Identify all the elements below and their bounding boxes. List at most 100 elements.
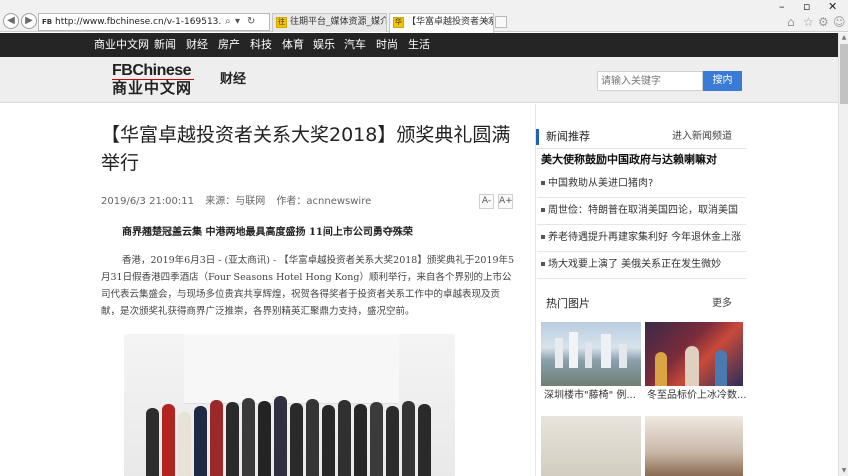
list-item[interactable]: 中国救助从美进口猪肉?	[537, 172, 746, 198]
picture-figure	[715, 350, 727, 386]
picture-figure	[655, 352, 667, 386]
nav-entertainment[interactable]: 娱乐	[313, 33, 335, 57]
maximize-icon[interactable]: ▫	[803, 0, 810, 14]
photo-figure	[194, 406, 207, 476]
photo-figure	[146, 408, 159, 476]
photo-figure	[418, 404, 431, 476]
list-item[interactable]: 养老待遇提升再建家集利好 今年退休金上涨	[537, 226, 746, 252]
photo-figure	[290, 403, 303, 476]
list-item-text[interactable]: 周世俭：特朗普在取消美国四论，取消美国	[548, 204, 738, 218]
site-favicon-icon: FB	[42, 18, 53, 26]
column-divider	[535, 104, 536, 476]
refresh-icon[interactable]: ↻	[247, 15, 255, 29]
photo-backdrop	[184, 334, 399, 404]
article-date: 2019/6/3 21:00:11	[101, 196, 195, 207]
list-item[interactable]: 周世俭：特朗普在取消美国四论，取消美国	[537, 199, 746, 225]
news-recommend-header: 新闻推荐 进入新闻频道	[536, 125, 746, 149]
bullet-icon	[541, 181, 545, 185]
nav-sports[interactable]: 体育	[282, 33, 304, 57]
sidebar-headline[interactable]: 美大使称鼓励中国政府与达赖喇嘛对	[541, 152, 717, 168]
tab-active[interactable]: 华 【华富卓越投资者关系大奖... ✕	[389, 13, 494, 33]
nav-news[interactable]: 新闻	[154, 33, 176, 57]
font-larger-button[interactable]: A+	[498, 194, 513, 209]
close-window-icon[interactable]: ✕	[828, 0, 837, 14]
nav-realestate[interactable]: 房产	[218, 33, 240, 57]
photo-figure	[178, 412, 191, 476]
picture-building	[601, 334, 611, 368]
smiley-feedback-icon[interactable]: ☺	[833, 15, 846, 29]
article-author: 作者：acnnewswire	[276, 196, 372, 207]
scroll-thumb[interactable]	[840, 44, 848, 104]
scroll-up-icon[interactable]: ▲	[839, 33, 848, 43]
list-item[interactable]: 场大戏要上演了 美俄关系正在发生微妙	[537, 253, 746, 279]
home-icon[interactable]: ⌂	[787, 15, 795, 29]
search-icon[interactable]: ⌕	[225, 15, 231, 29]
photo-figure	[242, 398, 255, 476]
article-meta: 2019/6/3 21:00:11 来源：与联网 作者：acnnewswire	[101, 195, 379, 209]
bullet-icon	[541, 208, 545, 212]
list-item-text[interactable]: 中国救助从美进口猪肉?	[548, 177, 653, 191]
section-title: 财经	[220, 72, 247, 87]
tab-background[interactable]: 往 往期平台_媒体资源_媒介资源...	[272, 13, 387, 32]
logo-chinese[interactable]: 商业中文网	[112, 79, 192, 97]
tab-label: 往期平台_媒体资源_媒介资源...	[290, 17, 387, 27]
favorites-star-icon[interactable]: ☆	[803, 15, 814, 29]
minimize-icon[interactable]: –	[779, 0, 785, 14]
font-smaller-button[interactable]: A-	[479, 194, 494, 209]
nav-finance[interactable]: 财经	[186, 33, 208, 57]
new-tab-button[interactable]	[495, 16, 507, 28]
article-source: 来源：与联网	[205, 196, 266, 207]
settings-gear-icon[interactable]: ⚙	[818, 15, 829, 29]
url-text[interactable]: http://www.fbchinese.cn/v-1-169513.aspx	[55, 15, 221, 29]
back-button[interactable]: ◀	[3, 13, 19, 29]
page-scrollbar[interactable]: ▲ ▼	[838, 33, 848, 476]
nav-home[interactable]: 商业中文网	[94, 33, 149, 57]
tab-favicon-icon: 往	[276, 17, 287, 28]
address-bar[interactable]: FB http://www.fbchinese.cn/v-1-169513.as…	[38, 13, 270, 31]
logo-english[interactable]: FBChinese	[112, 62, 192, 80]
tab-label: 【华富卓越投资者关系大奖...	[407, 17, 493, 27]
browser-chrome: ◀ ▶ FB http://www.fbchinese.cn/v-1-16951…	[0, 0, 848, 33]
picture-interior[interactable]	[541, 416, 641, 476]
article-lede: 商界翘楚冠盖云集 中港两地最具高度盛扬 11间上市公司勇夺殊荣	[122, 227, 413, 238]
nav-life[interactable]: 生活	[408, 33, 430, 57]
hot-pictures-title: 热门图片	[546, 297, 590, 310]
photo-figure	[226, 402, 239, 476]
picture-portrait[interactable]	[645, 416, 743, 476]
forward-button[interactable]: ▶	[21, 13, 37, 29]
picture-building	[569, 332, 578, 368]
article-title: 【华富卓越投资者关系大奖2018】颁奖典礼圆满举行	[101, 124, 511, 174]
photo-figure	[402, 401, 415, 476]
news-channel-link[interactable]: 进入新闻频道	[672, 130, 732, 144]
photo-figure	[306, 399, 319, 476]
search-button[interactable]: 搜内	[703, 71, 742, 91]
nav-tech[interactable]: 科技	[250, 33, 272, 57]
photo-figure	[370, 402, 383, 476]
more-pictures-link[interactable]: 更多	[712, 297, 732, 311]
picture-city-skyline[interactable]	[541, 322, 641, 386]
photo-figure	[386, 406, 399, 476]
picture-caption[interactable]: 深圳楼市"藤椅" 例...	[544, 389, 636, 403]
picture-figure	[685, 346, 699, 386]
article-photo	[124, 334, 455, 476]
news-recommend-title: 新闻推荐	[546, 130, 590, 143]
nav-auto[interactable]: 汽车	[344, 33, 366, 57]
accent-bar	[536, 129, 539, 145]
photo-figure	[210, 400, 223, 476]
nav-fashion[interactable]: 时尚	[376, 33, 398, 57]
dropdown-icon[interactable]: ▾	[235, 15, 240, 29]
search-input[interactable]	[597, 71, 703, 91]
picture-caption[interactable]: 冬至品标价上冰冷数...	[647, 389, 747, 403]
scroll-down-icon[interactable]: ▼	[839, 466, 848, 476]
photo-figure	[274, 396, 287, 476]
picture-crowd[interactable]	[645, 322, 743, 386]
photo-figure	[162, 404, 175, 476]
list-item-text[interactable]: 场大戏要上演了 美俄关系正在发生微妙	[548, 258, 721, 272]
tab-favicon-icon: 华	[393, 17, 404, 28]
picture-building	[585, 342, 592, 368]
close-tab-icon[interactable]: ✕	[482, 14, 490, 31]
list-item-text[interactable]: 养老待遇提升再建家集利好 今年退休金上涨	[548, 231, 741, 245]
site-nav: 商业中文网 新闻 财经 房产 科技 体育 娱乐 汽车 时尚 生活	[0, 33, 838, 57]
hot-pictures-header: 热门图片 更多	[536, 294, 746, 314]
article-body: 香港，2019年6月3日 - (亚太商讯) - 【华富卓越投资者关系大奖2018…	[101, 255, 515, 317]
